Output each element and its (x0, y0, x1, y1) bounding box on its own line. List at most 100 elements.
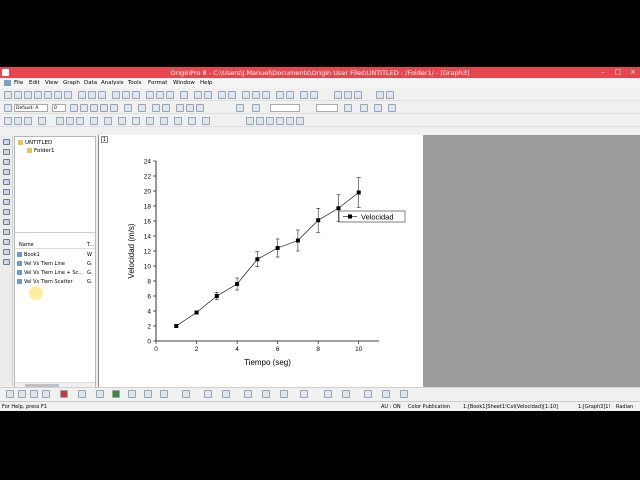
data-reader-tool-icon[interactable] (3, 179, 10, 185)
tree-root[interactable]: UNTITLED (18, 140, 52, 146)
italic-icon[interactable] (80, 104, 88, 112)
refresh-icon[interactable] (194, 91, 202, 99)
subscript-icon[interactable] (110, 104, 118, 112)
gradient-icon[interactable] (324, 390, 332, 398)
maximize-button[interactable]: □ (611, 67, 625, 78)
code-builder-icon[interactable] (218, 91, 226, 99)
add-text-icon[interactable] (90, 117, 98, 125)
align-right-icon[interactable] (196, 104, 204, 112)
save-template-icon[interactable] (132, 91, 140, 99)
column-name-header[interactable]: Name (19, 242, 34, 248)
new-workbook-icon[interactable] (14, 91, 22, 99)
transparency-icon[interactable] (342, 390, 350, 398)
font-combo[interactable]: Default: A (14, 104, 48, 112)
menu-data[interactable]: Data (84, 80, 97, 86)
add-legend-icon[interactable] (38, 117, 46, 125)
layer-tab[interactable]: 1 (101, 136, 108, 143)
undo-icon[interactable] (376, 91, 384, 99)
new-notes-icon[interactable] (64, 91, 72, 99)
pointer-tool-icon[interactable] (3, 139, 10, 145)
align-center-icon[interactable] (186, 104, 194, 112)
list-item[interactable]: Vel Vs Tiem Line G. (17, 260, 95, 268)
add-arrow-icon[interactable] (118, 117, 126, 125)
data-reader-icon[interactable] (188, 117, 196, 125)
fill-color-icon[interactable] (252, 104, 260, 112)
arrange-layers-icon[interactable] (76, 117, 84, 125)
screen-reader-tool-icon[interactable] (3, 169, 10, 175)
align-left-icon[interactable] (176, 104, 184, 112)
rescale-icon[interactable] (286, 91, 294, 99)
bold-icon[interactable] (70, 104, 78, 112)
menu-help[interactable]: Help (200, 80, 213, 86)
screen-reader-icon[interactable] (202, 117, 210, 125)
send-back-icon[interactable] (364, 390, 372, 398)
line-width-combo[interactable] (316, 104, 338, 112)
new-layout-icon[interactable] (54, 91, 62, 99)
statistics-plot-icon[interactable] (144, 390, 152, 398)
tool-pointer-icon[interactable] (4, 104, 12, 112)
bar-plot-icon[interactable] (42, 390, 50, 398)
flip-horizontal-icon[interactable] (256, 117, 264, 125)
velocity-chart[interactable]: 0 2 4 6 8 10024681012141618202224Tiempo (seg)… (99, 135, 424, 388)
new-graph-icon[interactable] (24, 91, 32, 99)
arrow-tool-icon[interactable] (3, 239, 10, 245)
redo-icon[interactable] (386, 91, 394, 99)
template-library-icon[interactable] (160, 390, 168, 398)
results-log-icon[interactable] (228, 91, 236, 99)
save-window-icon[interactable] (122, 91, 130, 99)
rectangle-tool-icon[interactable] (3, 259, 10, 265)
scatter-icon[interactable] (18, 390, 26, 398)
minimize-button[interactable]: – (596, 67, 610, 78)
line-style-combo[interactable] (270, 104, 300, 112)
data-selector-tool-icon[interactable] (3, 189, 10, 195)
line-tool-icon[interactable] (3, 249, 10, 255)
project-explorer-icon[interactable] (242, 91, 250, 99)
font-color-icon[interactable] (138, 104, 146, 112)
symbol-shape-icon[interactable] (244, 390, 252, 398)
save-project-icon[interactable] (112, 91, 120, 99)
tree-folder1[interactable]: Folder1 (27, 148, 55, 154)
increase-font-icon[interactable] (152, 104, 160, 112)
contour-icon[interactable] (128, 390, 136, 398)
new-matrix-icon[interactable] (34, 91, 42, 99)
copy-icon[interactable] (344, 91, 352, 99)
print-icon[interactable] (180, 91, 188, 99)
border-icon[interactable] (360, 104, 368, 112)
symbol-size-icon[interactable] (280, 390, 288, 398)
new-function-icon[interactable] (44, 91, 52, 99)
add-layer-icon[interactable] (276, 91, 284, 99)
menu-view[interactable]: View (45, 80, 58, 86)
distribute-icon[interactable] (222, 390, 230, 398)
import-ascii-icon[interactable] (156, 91, 164, 99)
command-window-icon[interactable] (252, 91, 260, 99)
line-draw-icon[interactable] (6, 390, 14, 398)
script-window-icon[interactable] (262, 91, 270, 99)
menu-tools[interactable]: Tools (128, 80, 142, 86)
lock-icon[interactable] (296, 117, 304, 125)
new-project-icon[interactable] (4, 91, 12, 99)
paste-icon[interactable] (354, 91, 362, 99)
menu-analysis[interactable]: Analysis (101, 80, 124, 86)
superscript-icon[interactable] (100, 104, 108, 112)
3d-plot-icon[interactable] (112, 390, 120, 398)
layer-contents-icon[interactable] (14, 117, 22, 125)
mask-tool-icon[interactable] (3, 219, 10, 225)
draw-line-icon[interactable] (104, 117, 112, 125)
column-plot-icon[interactable] (60, 390, 68, 398)
draw-data-tool-icon[interactable] (3, 199, 10, 205)
rectangle-icon[interactable] (132, 117, 140, 125)
greek-icon[interactable] (124, 104, 132, 112)
back-icon[interactable] (286, 117, 294, 125)
line-color-icon[interactable] (236, 104, 244, 112)
pattern-icon[interactable] (344, 104, 352, 112)
layer-1-icon[interactable] (160, 117, 168, 125)
grid-icon[interactable] (56, 117, 64, 125)
decrease-font-icon[interactable] (162, 104, 170, 112)
plot-setup-icon[interactable] (4, 117, 12, 125)
area-plot-icon[interactable] (78, 390, 86, 398)
front-icon[interactable] (276, 117, 284, 125)
menu-format[interactable]: Format (148, 80, 167, 86)
group-icon[interactable] (388, 104, 396, 112)
menu-file[interactable]: File (14, 80, 23, 86)
zoom-out-icon[interactable] (310, 91, 318, 99)
